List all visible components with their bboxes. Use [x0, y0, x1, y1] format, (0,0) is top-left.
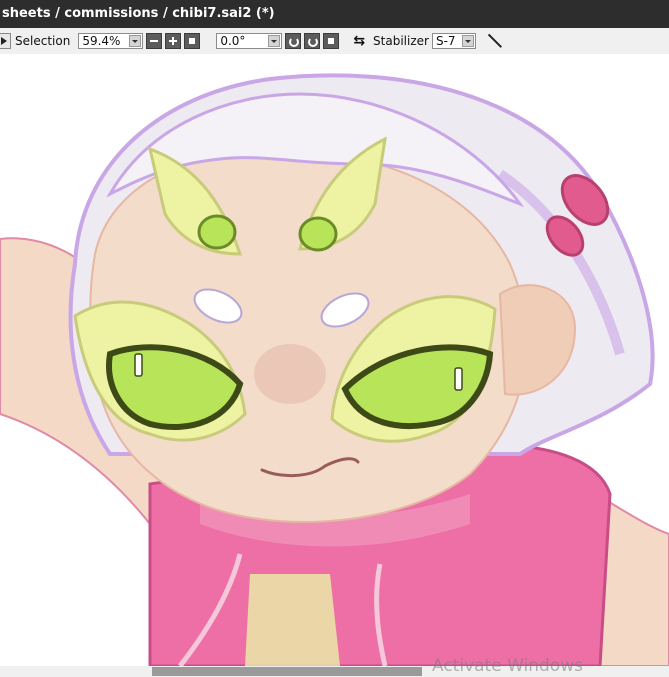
stabilizer-dropdown-icon[interactable] [461, 35, 474, 47]
selection-tool-icon[interactable] [0, 33, 11, 49]
activation-watermark: Activate Windows [432, 656, 583, 676]
drawing-canvas[interactable] [0, 54, 669, 666]
rotation-field[interactable]: 0.0° [216, 33, 283, 49]
zoom-out-button[interactable] [146, 33, 163, 49]
line-tool-icon[interactable] [486, 33, 504, 49]
stabilizer-value: S-7 [435, 34, 456, 48]
zoom-value: 59.4% [82, 34, 121, 48]
forehead-gem-left [197, 214, 237, 250]
illustration [0, 73, 669, 666]
window-title-bar: sheets / commissions / chibi7.sai2 (*) [0, 0, 669, 28]
nose [254, 344, 326, 404]
rotation-reset-button[interactable] [323, 33, 340, 49]
eye-highlight-right [454, 367, 463, 391]
rotate-right-button[interactable] [304, 33, 321, 49]
zoom-reset-button[interactable] [184, 33, 201, 49]
toolbar: Selection 59.4% 0.0° ⇆ Stabilizer S-7 [0, 28, 669, 54]
stabilizer-field[interactable]: S-7 [431, 33, 476, 49]
rotate-left-button[interactable] [285, 33, 302, 49]
rotation-value: 0.0° [220, 34, 246, 48]
selection-label: Selection [15, 34, 71, 48]
forehead-gem-right [298, 216, 338, 252]
window-title: sheets / commissions / chibi7.sai2 (*) [2, 6, 275, 21]
flip-horizontal-icon[interactable]: ⇆ [353, 33, 365, 49]
zoom-dropdown-icon[interactable] [129, 35, 142, 47]
eye-highlight-left [134, 353, 143, 377]
zoom-in-button[interactable] [165, 33, 182, 49]
rotation-dropdown-icon[interactable] [268, 35, 281, 47]
zoom-field[interactable]: 59.4% [78, 33, 144, 49]
hoodie-print [245, 574, 340, 666]
stabilizer-label: Stabilizer [373, 34, 429, 48]
scrollbar-thumb[interactable] [152, 667, 422, 676]
